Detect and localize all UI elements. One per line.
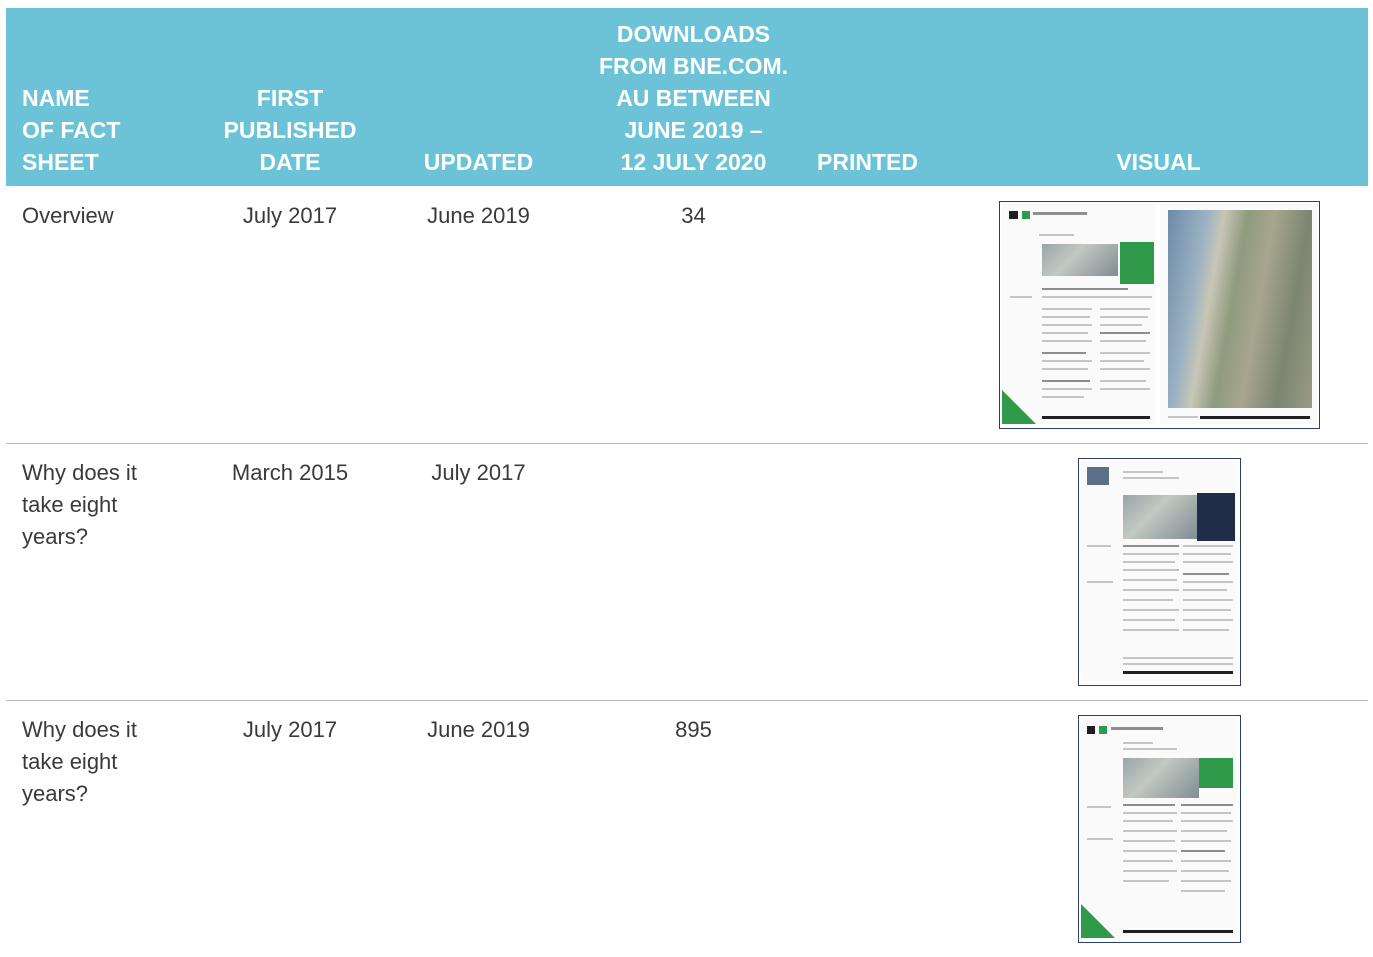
thumbnail-page [1081,461,1236,681]
table-row: Why does it take eight years? July 2017 … [6,700,1368,957]
header-downloads-line: DOWNLOADS [616,21,771,47]
table-header: NAME OF FACT SHEET FIRST PUBLISHED DATE … [6,8,1368,186]
thumbnail-page-left [1002,204,1156,424]
why-eight-years-2015-fact-sheet-thumbnail [1078,458,1241,686]
cell-fact-sheet-name: Why does it take eight years? [22,717,137,806]
header-name-line: SHEET [22,149,99,175]
header-downloads-line: AU BETWEEN [616,85,771,111]
header-first-line: DATE [259,149,321,175]
header-name-line: OF FACT [22,117,121,143]
aerial-photo-image [1168,210,1312,408]
overview-fact-sheet-thumbnail [999,201,1320,429]
header-first-line: PUBLISHED [223,117,357,143]
header-name-line: NAME [22,85,90,111]
thumbnail-page-right [1160,204,1317,424]
cell-first-published: July 2017 [242,203,338,228]
cell-updated: June 2019 [427,203,530,228]
header-first-published-date: FIRST PUBLISHED DATE [186,82,394,178]
table-row: Overview July 2017 June 2019 34 [6,186,1368,444]
header-name-of-fact-sheet: NAME OF FACT SHEET [22,82,120,178]
header-downloads-line: JUNE 2019 – [624,117,763,143]
cell-fact-sheet-name: Overview [22,203,114,228]
cell-first-published: March 2015 [231,460,349,485]
header-updated: UPDATED [386,146,571,178]
cell-downloads: 895 [675,717,712,742]
table-row: Why does it take eight years? March 2015… [6,443,1368,701]
cell-downloads: 34 [681,203,706,228]
header-downloads-line: 12 JULY 2020 [620,149,767,175]
cell-first-published: July 2017 [242,717,338,742]
cell-updated: July 2017 [431,460,526,485]
header-first-line: FIRST [256,85,324,111]
why-eight-years-2017-fact-sheet-thumbnail [1078,715,1241,943]
header-printed-label: PRINTED [817,149,918,175]
thumbnail-page [1081,718,1236,938]
header-visual: VISUAL [1066,146,1251,178]
header-visual-label: VISUAL [1116,149,1201,175]
header-downloads-line: FROM BNE.COM. [598,53,789,79]
header-printed: PRINTED [817,146,918,178]
cell-updated: June 2019 [427,717,530,742]
cell-fact-sheet-name: Why does it take eight years? [22,460,137,549]
header-downloads: DOWNLOADS FROM BNE.COM. AU BETWEEN JUNE … [571,18,816,178]
header-updated-label: UPDATED [423,149,534,175]
